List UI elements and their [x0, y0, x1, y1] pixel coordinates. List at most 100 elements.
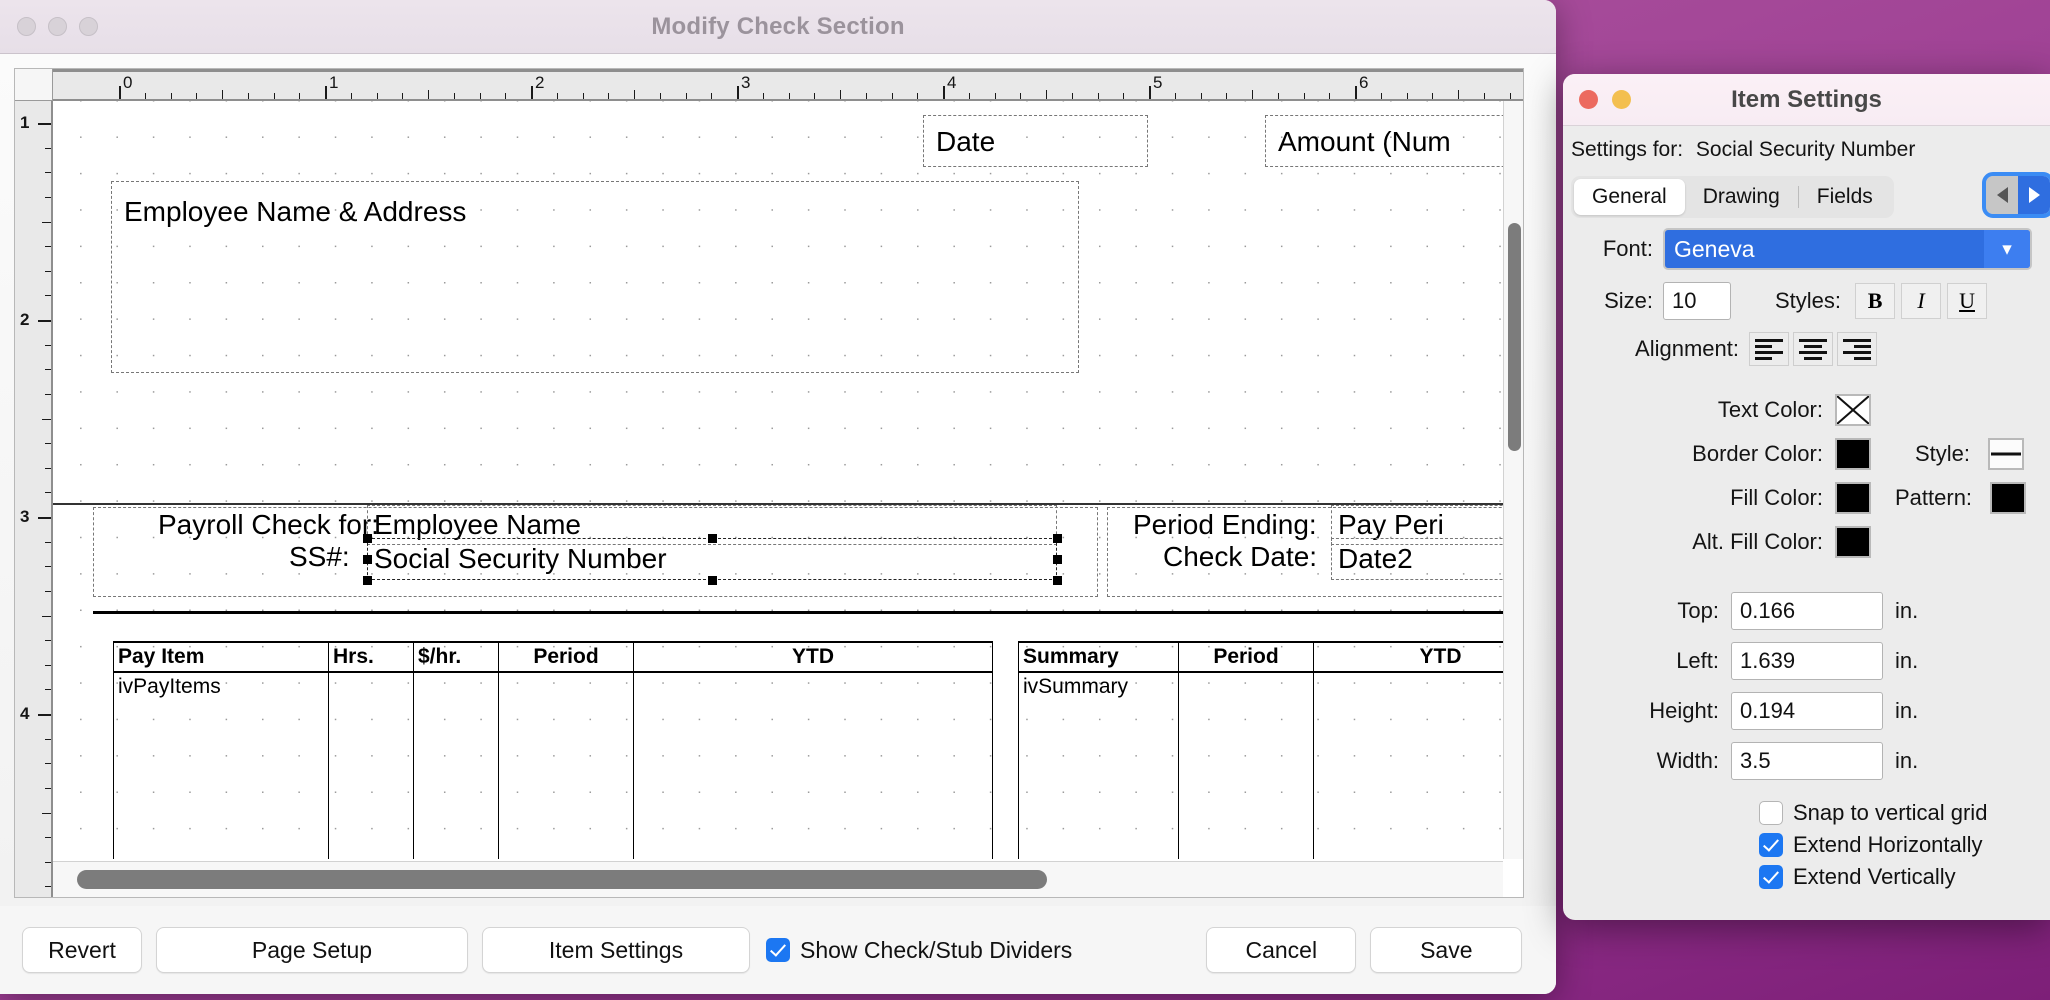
- employee-name-address-field[interactable]: Employee Name & Address: [111, 181, 1079, 373]
- date-field[interactable]: Date: [923, 115, 1148, 167]
- alignment-row: Alignment:: [1563, 332, 2050, 366]
- horizontal-scrollbar-thumb[interactable]: [77, 870, 1047, 889]
- revert-button[interactable]: Revert: [22, 927, 142, 973]
- item-navigation-stepper[interactable]: [1986, 176, 2050, 214]
- extend-horizontally-row[interactable]: Extend Horizontally: [1759, 832, 2050, 858]
- chevron-right-icon: [2029, 187, 2040, 203]
- col-hrs: Hrs.: [329, 642, 414, 672]
- tab-drawing[interactable]: Drawing: [1685, 179, 1798, 215]
- chevron-left-icon: [1997, 187, 2008, 203]
- extend-horizontally-label: Extend Horizontally: [1793, 832, 1983, 858]
- amount-numeric-field[interactable]: Amount (Num: [1265, 115, 1503, 167]
- border-color-swatch[interactable]: [1835, 438, 1871, 470]
- item-settings-titlebar: Item Settings: [1563, 74, 2050, 126]
- extend-horizontally-checkbox[interactable]: [1759, 833, 1783, 857]
- styles-label: Styles:: [1775, 288, 1841, 314]
- vertical-scrollbar-thumb[interactable]: [1508, 223, 1521, 451]
- panel-minimize-button[interactable]: [1612, 90, 1631, 109]
- item-settings-panel: Item Settings Settings for: Social Secur…: [1563, 74, 2050, 920]
- align-right-button[interactable]: [1837, 332, 1877, 366]
- font-select[interactable]: Geneva ▾: [1663, 228, 2032, 270]
- font-row: Font: Geneva ▾: [1563, 228, 2050, 270]
- border-color-row: Border Color: Style:: [1563, 438, 2050, 470]
- italic-button[interactable]: I: [1901, 283, 1941, 319]
- cell-summary: ivSummary: [1019, 672, 1179, 859]
- height-input[interactable]: 0.194: [1731, 692, 1883, 730]
- horizontal-ruler: 0123456: [53, 69, 1523, 101]
- col-summary: Summary: [1019, 642, 1179, 672]
- tab-fields[interactable]: Fields: [1799, 179, 1891, 215]
- selection-handle-tl[interactable]: [363, 534, 372, 543]
- ss-number-value-field[interactable]: Social Security Number: [367, 538, 1057, 580]
- fill-color-swatch[interactable]: [1835, 482, 1871, 514]
- ruler-v-label: 1: [20, 113, 29, 133]
- fill-color-label: Fill Color:: [1571, 485, 1823, 511]
- text-color-swatch[interactable]: [1835, 394, 1871, 426]
- ss-number-label: SS#:: [289, 541, 350, 573]
- size-input[interactable]: 10: [1663, 282, 1731, 320]
- next-item-button[interactable]: [2018, 176, 2050, 214]
- table-row[interactable]: ivSummary: [1019, 672, 1504, 859]
- selection-handle-tr[interactable]: [1053, 534, 1062, 543]
- align-left-button[interactable]: [1749, 332, 1789, 366]
- show-dividers-checkbox-row[interactable]: Show Check/Stub Dividers: [766, 937, 1072, 964]
- bottom-toolbar: Revert Page Setup Item Settings Show Che…: [0, 906, 1556, 994]
- tab-general[interactable]: General: [1574, 179, 1685, 215]
- bold-button[interactable]: B: [1855, 283, 1895, 319]
- top-label: Top:: [1571, 598, 1719, 624]
- left-input[interactable]: 1.639: [1731, 642, 1883, 680]
- cancel-button[interactable]: Cancel: [1206, 927, 1356, 973]
- col-ytd: YTD: [634, 642, 993, 672]
- canvas-area: 0123456 1234 Date Amount (Num Employee N…: [0, 54, 1556, 906]
- underline-button[interactable]: U: [1947, 283, 1987, 319]
- col-period: Period: [499, 642, 634, 672]
- ruler-h-label: 4: [947, 73, 956, 93]
- border-style-swatch[interactable]: [1988, 438, 2024, 470]
- summary-table[interactable]: Summary Period YTD ivSummary: [1018, 641, 1503, 859]
- panel-title: Item Settings: [1563, 74, 2050, 126]
- previous-item-button[interactable]: [1986, 176, 2018, 214]
- table-row[interactable]: ivPayItems: [114, 672, 993, 859]
- snap-vertical-grid-row[interactable]: Snap to vertical grid: [1759, 800, 2050, 826]
- size-styles-row: Size: 10 Styles: B I U: [1563, 282, 2050, 320]
- check-date-value-field[interactable]: Date2: [1331, 538, 1503, 580]
- col-pay-item: Pay Item: [114, 642, 329, 672]
- snap-vertical-grid-checkbox[interactable]: [1759, 801, 1783, 825]
- chevron-down-icon[interactable]: ▾: [1984, 230, 2030, 268]
- snap-vertical-grid-label: Snap to vertical grid: [1793, 800, 1987, 826]
- top-input[interactable]: 0.166: [1731, 592, 1883, 630]
- selection-handle-ml[interactable]: [363, 555, 372, 564]
- zoom-button[interactable]: [79, 17, 98, 36]
- alt-fill-color-label: Alt. Fill Color:: [1571, 529, 1823, 555]
- width-input[interactable]: 3.5: [1731, 742, 1883, 780]
- pay-items-table[interactable]: Pay Item Hrs. $/hr. Period YTD ivPayItem…: [113, 641, 993, 859]
- selection-handle-bm[interactable]: [708, 576, 717, 585]
- selection-handle-br[interactable]: [1053, 576, 1062, 585]
- cell-ytd: [634, 672, 993, 859]
- text-color-label: Text Color:: [1571, 397, 1823, 423]
- close-button[interactable]: [17, 17, 36, 36]
- minimize-button[interactable]: [48, 17, 67, 36]
- font-label: Font:: [1571, 236, 1653, 262]
- selection-handle-tm[interactable]: [708, 534, 717, 543]
- check-design-canvas[interactable]: Date Amount (Num Employee Name & Address…: [53, 101, 1503, 859]
- window-traffic-lights: [17, 17, 98, 36]
- left-unit: in.: [1895, 648, 1918, 674]
- alt-fill-color-swatch[interactable]: [1835, 526, 1871, 558]
- pattern-swatch[interactable]: [1990, 482, 2026, 514]
- extend-vertically-row[interactable]: Extend Vertically: [1759, 864, 2050, 890]
- panel-close-button[interactable]: [1579, 90, 1598, 109]
- show-dividers-checkbox[interactable]: [766, 938, 790, 962]
- horizontal-scrollbar[interactable]: [53, 861, 1503, 897]
- vertical-scrollbar[interactable]: [1503, 101, 1523, 859]
- item-settings-button[interactable]: Item Settings: [482, 927, 750, 973]
- save-button[interactable]: Save: [1370, 927, 1522, 973]
- selection-handle-mr[interactable]: [1053, 555, 1062, 564]
- align-center-button[interactable]: [1793, 332, 1833, 366]
- extend-vertically-checkbox[interactable]: [1759, 865, 1783, 889]
- page-setup-button[interactable]: Page Setup: [156, 927, 468, 973]
- pattern-label: Pattern:: [1895, 485, 1972, 511]
- check-design-page[interactable]: Date Amount (Num Employee Name & Address…: [53, 101, 1503, 859]
- size-label: Size:: [1571, 288, 1653, 314]
- selection-handle-bl[interactable]: [363, 576, 372, 585]
